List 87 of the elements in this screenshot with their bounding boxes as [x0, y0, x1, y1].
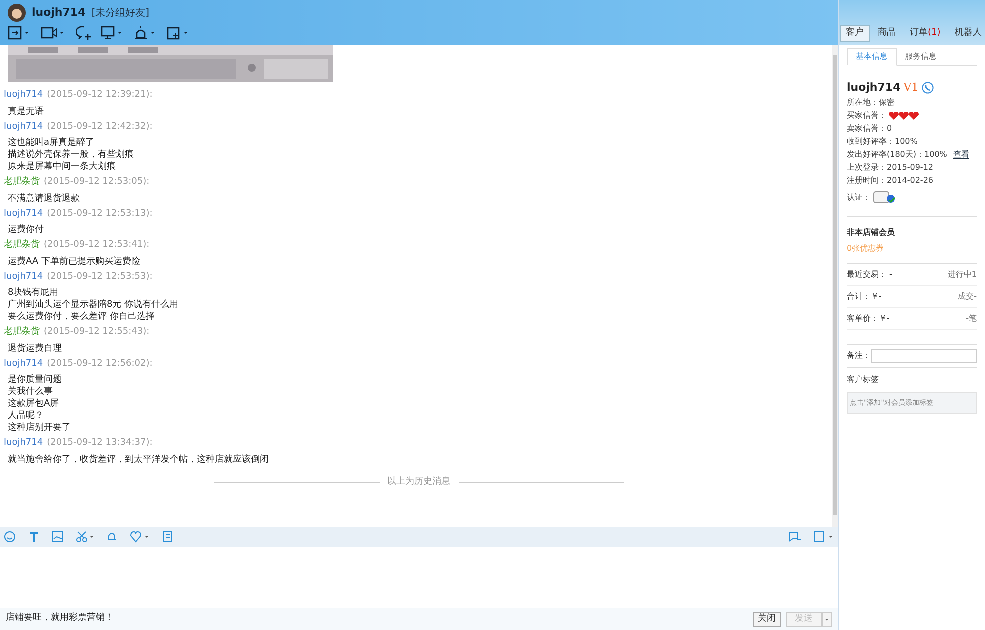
message-text: 人品呢？ — [8, 410, 45, 422]
sender-name: luojh714 — [4, 208, 44, 220]
chat-share-icon[interactable] — [788, 531, 802, 543]
message-text: 8块钱有屁用 — [8, 287, 60, 299]
sender-name: 老肥杂货 — [4, 176, 40, 189]
video-call-icon[interactable] — [41, 26, 67, 40]
info-text: 发出好评率(180天)：100% — [847, 149, 948, 161]
message-text: 运费你付 — [8, 224, 45, 236]
emoji-icon[interactable] — [4, 531, 16, 543]
stat-text: 最近交易： - — [847, 268, 892, 280]
level-label: V1 — [904, 80, 919, 96]
stat-text: 成交- — [958, 290, 977, 302]
info-tab[interactable]: 服务信息 — [897, 48, 945, 65]
timestamp: (2015-09-12 12:56:02): — [47, 358, 153, 370]
tags-title: 客户标签 — [847, 374, 880, 386]
avatar-icon — [8, 4, 26, 22]
font-icon[interactable] — [28, 531, 40, 543]
stat-text: 客单价：￥- — [847, 312, 890, 324]
chat-add-icon[interactable] — [76, 26, 92, 40]
message-text: 运费AA 下单前已提示购买运费险 — [8, 256, 142, 268]
message-text: 这款屏包A屏 — [8, 398, 60, 410]
message-text: 这也能叫a屏真是醉了 — [8, 137, 96, 149]
message-text: 关我什么事 — [8, 386, 54, 398]
heart-icon[interactable] — [130, 531, 150, 543]
promo-text: 店铺要旺，就用彩票营销！ — [6, 612, 114, 626]
sender-name: luojh714 — [4, 120, 44, 134]
stat-text: -笔 — [966, 312, 977, 324]
alarm-icon[interactable] — [134, 26, 158, 40]
caret-icon[interactable] — [822, 612, 832, 626]
scissors-icon[interactable] — [76, 531, 94, 543]
panel-tab[interactable]: 机器人 — [948, 25, 985, 42]
message-text: 真是无语 — [8, 106, 45, 118]
timestamp: (2015-09-12 13:34:37): — [47, 437, 153, 450]
timestamp: (2015-09-12 12:39:21): — [47, 89, 153, 102]
panel-tab[interactable]: 商品 — [872, 25, 902, 42]
contact-name: luojh714 — [32, 4, 86, 21]
info-text: 卖家信誉：0 — [847, 123, 892, 135]
phone-icon[interactable] — [922, 82, 934, 94]
timestamp: (2015-09-12 12:53:13): — [47, 208, 153, 220]
info-text: 上次登录：2015-09-12 — [847, 162, 934, 174]
certificate-icon — [873, 190, 897, 204]
reputation-hearts-icon — [889, 112, 919, 120]
message-text: 广州到汕头运个显示器陪8元 你说有什么用 — [8, 299, 180, 311]
calendar-add-icon[interactable] — [167, 26, 191, 40]
message-text: 这种店别开要了 — [8, 422, 72, 434]
note-field[interactable] — [871, 348, 977, 362]
info-text: 注册时间：2014-02-26 — [847, 175, 934, 187]
info-text: 所在地：保密 — [847, 97, 895, 109]
sender-name: 老肥杂货 — [4, 326, 40, 339]
note-label: 备注： — [847, 350, 871, 362]
timestamp: (2015-09-12 12:53:53): — [47, 270, 153, 284]
group-label: [未分组好友] — [92, 6, 150, 20]
stat-text: 进行中1 — [948, 268, 977, 280]
timestamp: (2015-09-12 12:42:32): — [47, 120, 153, 134]
info-text: 收到好评率：100% — [847, 136, 918, 148]
message-text: 退货运费自理 — [8, 342, 63, 354]
info-text: 买家信誉： — [847, 110, 887, 122]
membership-title: 非本店铺会员 — [847, 226, 896, 238]
screen-share-icon[interactable] — [101, 26, 125, 40]
document-icon[interactable] — [814, 531, 834, 543]
sender-name: luojh714 — [4, 437, 44, 450]
message-text: 是你质量问题 — [8, 374, 63, 386]
info-text: 认证： — [847, 192, 871, 204]
file-transfer-icon[interactable] — [8, 26, 32, 40]
sender-name: luojh714 — [4, 89, 44, 102]
close-button[interactable]: 关闭 — [753, 612, 781, 626]
view-link[interactable]: 查看 — [953, 149, 970, 161]
timestamp: (2015-09-12 12:55:43): — [44, 326, 150, 339]
message-text: 就当施舍给你了，收货差评，到太平洋发个帖，这种店就应该倒闭 — [8, 454, 270, 466]
calculator-icon[interactable] — [162, 531, 174, 543]
message-text: 原来是屏幕中间一条大划痕 — [8, 161, 117, 173]
info-tab[interactable]: 基本信息 — [847, 48, 897, 66]
panel-tab[interactable]: 客户 — [840, 25, 870, 42]
message-text: 要么运费你付，要么差评 你自己选择 — [8, 311, 156, 323]
sender-name: 老肥杂货 — [4, 239, 40, 252]
timestamp: (2015-09-12 12:53:05): — [44, 176, 150, 189]
scrollbar[interactable] — [832, 45, 838, 527]
sender-name: luojh714 — [4, 358, 44, 370]
panel-tab[interactable]: 订单(1) — [904, 25, 947, 42]
stat-text: 合计：￥- — [847, 290, 882, 302]
message-text: 描述说外壳保养一般，有些划痕 — [8, 149, 135, 161]
timestamp: (2015-09-12 12:53:41): — [44, 239, 150, 252]
history-divider-label: 以上为历史消息 — [386, 476, 452, 488]
profile-name: luojh714 — [847, 80, 901, 96]
sender-name: luojh714 — [4, 270, 44, 284]
message-text: 不满意请退货退款 — [8, 192, 81, 204]
image-icon[interactable] — [52, 531, 64, 543]
